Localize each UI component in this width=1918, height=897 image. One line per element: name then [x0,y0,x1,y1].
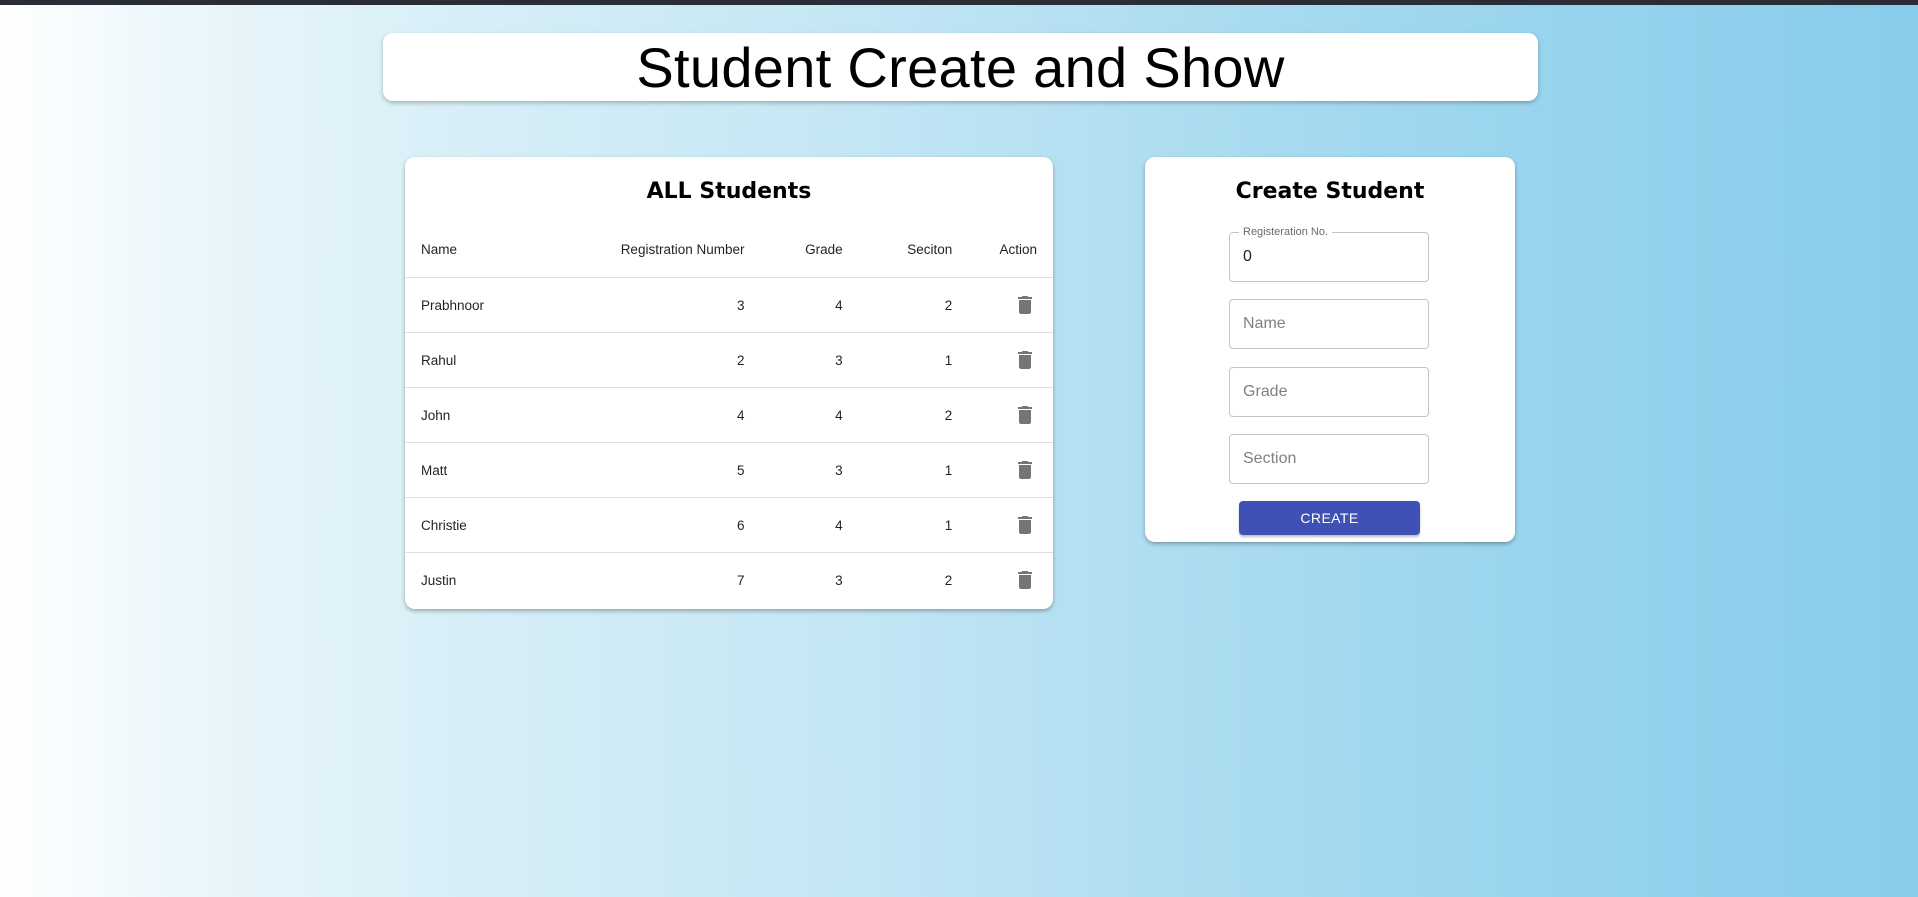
cell-action [968,553,1053,608]
name-input[interactable] [1230,300,1428,348]
cell-action [968,332,1053,388]
cell-section: 2 [858,387,969,443]
cell-grade: 4 [760,387,859,443]
students-card: ALL Students Name Registration Number Gr… [405,157,1053,609]
registration-field: Registeration No. [1229,226,1429,282]
cell-registration: 5 [562,442,761,498]
delete-student-button[interactable] [1013,293,1037,317]
cell-registration: 6 [562,497,761,553]
cell-grade: 4 [760,497,859,553]
section-input[interactable] [1230,435,1428,483]
cell-section: 1 [858,442,969,498]
delete-student-button[interactable] [1013,568,1037,592]
cell-name: Christie [405,497,563,553]
cell-registration: 4 [562,387,761,443]
trash-icon [1018,351,1032,369]
name-field [1229,299,1429,349]
column-header-grade: Grade [760,222,859,278]
column-header-section: Seciton [858,222,969,278]
column-header-registration: Registration Number [562,222,761,278]
registration-label: Registeration No. [1239,226,1332,239]
section-field [1229,434,1429,484]
top-bar [0,0,1918,5]
cell-section: 1 [858,332,969,388]
cell-registration: 2 [562,332,761,388]
delete-student-button[interactable] [1013,348,1037,372]
create-student-heading: Create Student [1235,179,1425,204]
cell-registration: 3 [562,277,761,333]
create-button[interactable]: CREATE [1239,501,1420,535]
trash-icon [1018,296,1032,314]
cell-registration: 7 [736,572,745,588]
cell-action [968,442,1053,498]
cell-name: Rahul [405,332,563,388]
cell-section: 1 [858,497,969,553]
cell-action [968,277,1053,333]
table-row: Matt 5 3 1 [405,442,1053,498]
trash-icon [1018,571,1032,589]
table-header-row: Name Registration Number Grade Seciton A… [405,222,1053,278]
table-row: Justin 7 3 2 [405,553,1053,608]
cell-action [968,497,1053,553]
create-student-card: Create Student Registeration No. CREATE [1145,157,1515,542]
trash-icon [1018,461,1032,479]
cell-name: Matt [405,442,563,498]
title-card: Student Create and Show [383,33,1538,101]
delete-student-button[interactable] [1013,513,1037,537]
cell-action [968,387,1053,443]
cell-name: Justin [421,572,457,588]
grade-input[interactable] [1230,368,1428,416]
trash-icon [1018,406,1032,424]
column-header-name: Name [405,222,563,278]
table-row: Rahul 2 3 1 [405,332,1053,388]
cell-name: Prabhnoor [405,277,563,333]
students-heading: ALL Students [646,179,812,204]
delete-student-button[interactable] [1013,403,1037,427]
cell-grade: 3 [835,572,843,588]
cell-name: John [405,387,563,443]
delete-student-button[interactable] [1013,458,1037,482]
cell-section: 2 [858,277,969,333]
column-header-action: Action [968,222,1053,278]
cell-grade: 3 [760,332,859,388]
cell-grade: 3 [760,442,859,498]
cell-section: 2 [944,572,953,588]
table-row: Christie 6 4 1 [405,497,1053,553]
grade-field [1229,367,1429,417]
students-table: Name Registration Number Grade Seciton A… [405,222,1053,607]
cell-grade: 4 [760,277,859,333]
table-row: Prabhnoor 3 4 2 [405,277,1053,333]
page-title: Student Create and Show [636,35,1285,99]
table-row: John 4 4 2 [405,387,1053,443]
registration-input[interactable] [1230,233,1428,281]
trash-icon [1018,516,1032,534]
